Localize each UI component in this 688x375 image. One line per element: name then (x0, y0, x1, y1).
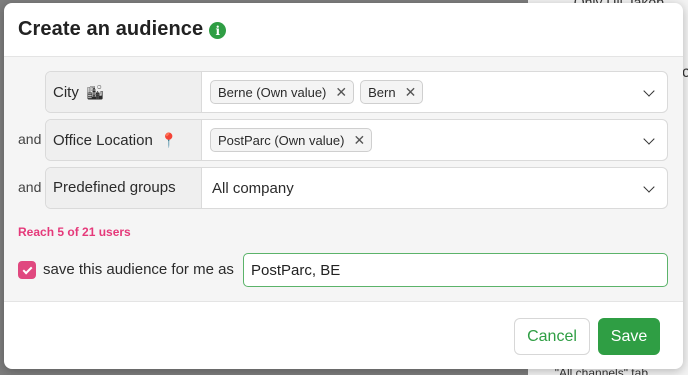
city-filter-label: City 🏙 (46, 72, 202, 112)
checkmark-icon (22, 264, 32, 274)
conjunction-label: and (18, 179, 42, 195)
predefined-groups-label: Predefined groups (46, 168, 202, 208)
reach-count-text: Reach 5 of 21 users (18, 225, 131, 239)
filter-row-city: City 🏙 Berne (Own value) ✕ Bern ✕ (4, 71, 683, 113)
info-icon[interactable]: i (209, 22, 227, 39)
chip-label: Berne (Own value) (218, 84, 327, 100)
filter-row-predefined-groups: and Predefined groups All company (4, 167, 683, 209)
create-audience-dialog: Create an audience i City 🏙 Berne (Own v… (4, 3, 683, 369)
chip-label: Bern (368, 84, 396, 100)
city-selected-values: Berne (Own value) ✕ Bern ✕ (210, 72, 424, 112)
remove-chip-icon[interactable]: ✕ (335, 84, 347, 101)
chevron-down-icon[interactable] (643, 181, 655, 193)
chip-label: PostParc (Own value) (218, 132, 345, 148)
pin-icon: 📍 (159, 132, 178, 148)
field-label-text: City (53, 84, 79, 101)
audience-name-input[interactable] (243, 253, 668, 287)
filter-row-office-location: and Office Location 📍 PostParc (Own valu… (4, 119, 683, 161)
dialog-title: Create an audience (18, 18, 204, 40)
predefined-groups-select[interactable]: Predefined groups All company (45, 167, 668, 209)
cityscape-icon: 🏙 (86, 84, 104, 100)
city-filter-field[interactable]: City 🏙 Berne (Own value) ✕ Bern ✕ (45, 71, 668, 113)
remove-chip-icon[interactable]: ✕ (353, 132, 365, 149)
conjunction-label: and (18, 131, 42, 147)
cancel-button[interactable]: Cancel (514, 318, 590, 355)
save-audience-label: save this audience for me as (43, 261, 234, 278)
dialog-header: Create an audience i (4, 3, 683, 57)
save-audience-checkbox[interactable] (18, 261, 36, 279)
value-chip[interactable]: Bern ✕ (360, 80, 424, 104)
remove-chip-icon[interactable]: ✕ (405, 84, 417, 101)
office-location-selected-values: PostParc (Own value) ✕ (210, 120, 373, 160)
field-label-text: Office Location (53, 132, 153, 149)
office-location-filter-field[interactable]: Office Location 📍 PostParc (Own value) ✕ (45, 119, 668, 161)
value-chip[interactable]: Berne (Own value) ✕ (210, 80, 355, 104)
field-label-text: Predefined groups (53, 179, 176, 196)
predefined-groups-selected-values: All company (210, 168, 294, 208)
office-location-filter-label: Office Location 📍 (46, 120, 202, 160)
chevron-down-icon[interactable] (643, 133, 655, 145)
selected-group-value: All company (212, 179, 294, 197)
chevron-down-icon[interactable] (643, 85, 655, 97)
dialog-body: City 🏙 Berne (Own value) ✕ Bern ✕ and Of… (4, 57, 683, 302)
dialog-footer: Cancel Save (4, 302, 683, 368)
value-chip[interactable]: PostParc (Own value) ✕ (210, 128, 373, 152)
save-button[interactable]: Save (598, 318, 660, 355)
save-audience-row: save this audience for me as (18, 253, 670, 287)
